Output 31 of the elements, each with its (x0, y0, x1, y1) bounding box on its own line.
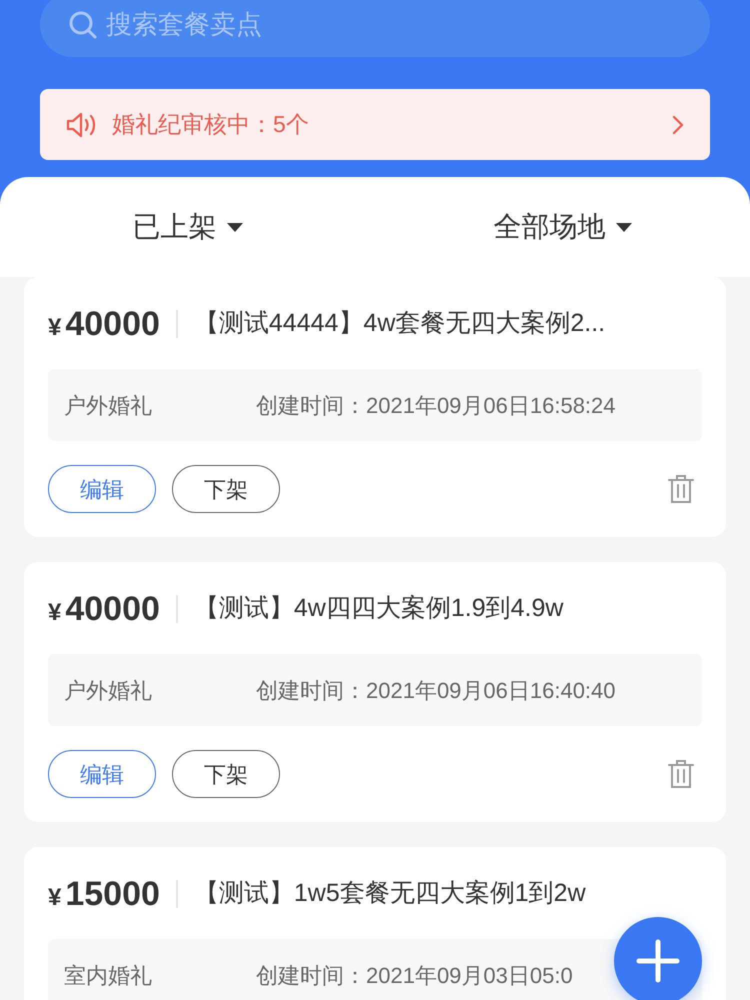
notice-text: 婚礼纪审核中：5个 (112, 110, 310, 140)
caret-down-icon (616, 222, 632, 232)
chevron-right-icon (672, 114, 684, 134)
price: 15000 (65, 874, 160, 914)
edit-button[interactable]: 编辑 (48, 750, 156, 798)
search-field[interactable]: 搜索套餐卖点 (40, 0, 710, 57)
filter-dropdown[interactable]: 已上架 (0, 177, 375, 277)
package-title: 【测试44444】4w套餐无四大案例2... (194, 308, 606, 340)
created-time: 创建时间：2021年09月06日16:58:24 (256, 392, 616, 420)
caret-down-icon (226, 222, 242, 232)
trash-icon[interactable] (668, 474, 694, 504)
package-title: 【测试】4w四四大案例1.9到4.9w (194, 593, 564, 624)
price: 40000 (65, 588, 160, 630)
plus-icon (636, 939, 680, 983)
unlist-button[interactable]: 下架 (172, 465, 280, 513)
currency-symbol: ¥ (48, 313, 62, 343)
package-title: 【测试】1w5套餐无四大案例1到2w (194, 878, 586, 910)
venue-type: 室内婚礼 (64, 962, 153, 990)
search-icon (68, 10, 98, 40)
currency-symbol: ¥ (48, 598, 62, 628)
venue-type: 户外婚礼 (64, 676, 153, 704)
venue-type: 户外婚礼 (64, 392, 153, 420)
filter-dropdown[interactable]: 全部场地 (375, 177, 750, 277)
currency-symbol: ¥ (48, 883, 62, 913)
created-time: 创建时间：2021年09月03日05:0 (256, 962, 573, 990)
price: 40000 (65, 304, 160, 344)
speaker-icon (66, 110, 96, 138)
unlist-button[interactable]: 下架 (172, 750, 280, 798)
trash-icon[interactable] (668, 759, 694, 789)
edit-button[interactable]: 编辑 (48, 465, 156, 513)
created-time: 创建时间：2021年09月06日16:40:40 (256, 676, 616, 704)
